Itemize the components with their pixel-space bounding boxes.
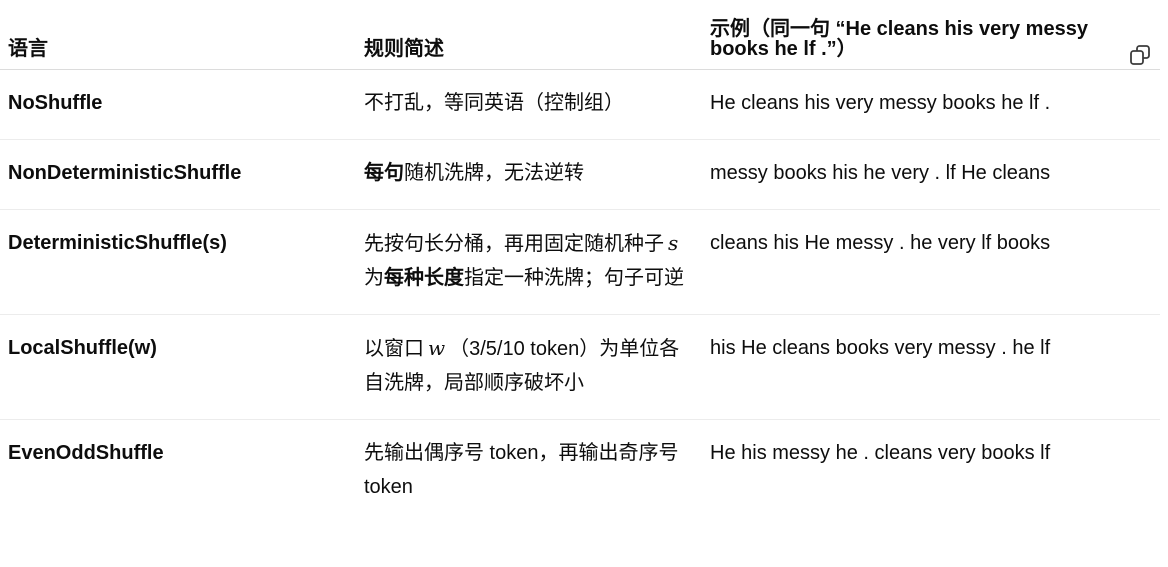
rule-text: 先输出偶序号 token，再输出奇序号 token [364,441,679,498]
copy-icon [1130,45,1150,65]
cell-example: messy books his he very . lf He cleans [702,139,1160,210]
cell-rule: 每句随机洗牌，无法逆转 [356,139,702,210]
table-container: 语言 规则简述 示例（同一句 “He cleans his very messy… [0,0,1168,567]
header-language: 语言 [0,0,356,70]
rule-variable: s [668,230,679,255]
cell-example: He cleans his very messy books he lf . [702,69,1160,140]
rule-bold-text: 每句 [364,161,404,184]
rule-text: 为 [364,266,384,289]
table-row: EvenOddShuffle 先输出偶序号 token，再输出奇序号 token… [0,419,1160,523]
rule-variable: w [428,335,446,360]
table-row: NonDeterministicShuffle 每句随机洗牌，无法逆转 mess… [0,139,1160,210]
cell-example: cleans his He messy . he very lf books [702,209,1160,315]
copy-table-button[interactable] [1128,43,1152,67]
cell-rule: 以窗口 w （3/5/10 token）为单位各自洗牌，局部顺序破坏小 [356,314,702,420]
cell-rule: 不打乱，等同英语（控制组） [356,69,702,140]
cell-example: He his messy he . cleans very books lf [710,441,1051,464]
rule-text: 不打乱，等同英语（控制组） [364,91,624,114]
cell-rule: 先输出偶序号 token，再输出奇序号 token [356,419,702,523]
table-header-row: 语言 规则简述 示例（同一句 “He cleans his very messy… [0,0,1160,70]
shuffle-languages-table: 语言 规则简述 示例（同一句 “He cleans his very messy… [0,0,1160,523]
cell-language: EvenOddShuffle [8,441,164,464]
cell-language: NoShuffle [0,69,356,140]
header-rule: 规则简述 [356,0,702,70]
table-row: LocalShuffle(w) 以窗口 w （3/5/10 token）为单位各自洗… [0,314,1160,420]
rule-text: 指定一种洗牌；句子可逆 [464,266,684,289]
table-row: DeterministicShuffle(s) 先按句长分桶，再用固定随机种子 s… [0,209,1160,315]
cell-rule: 先按句长分桶，再用固定随机种子 s 为每种长度指定一种洗牌；句子可逆 [356,209,702,315]
cell-language: LocalShuffle(w) [0,314,356,420]
cell-example: his He cleans books very messy . he lf [702,314,1160,420]
header-example: 示例（同一句 “He cleans his very messy books h… [702,0,1160,70]
cell-language: DeterministicShuffle(s) [0,209,356,315]
rule-text: 随机洗牌，无法逆转 [404,161,584,184]
rule-text: 以窗口 [364,337,424,360]
rule-bold-text: 每种长度 [384,266,464,289]
cell-language: NonDeterministicShuffle [0,139,356,210]
rule-text: 先按句长分桶，再用固定随机种子 [364,232,664,255]
table-row: NoShuffle 不打乱，等同英语（控制组） He cleans his ve… [0,69,1160,140]
